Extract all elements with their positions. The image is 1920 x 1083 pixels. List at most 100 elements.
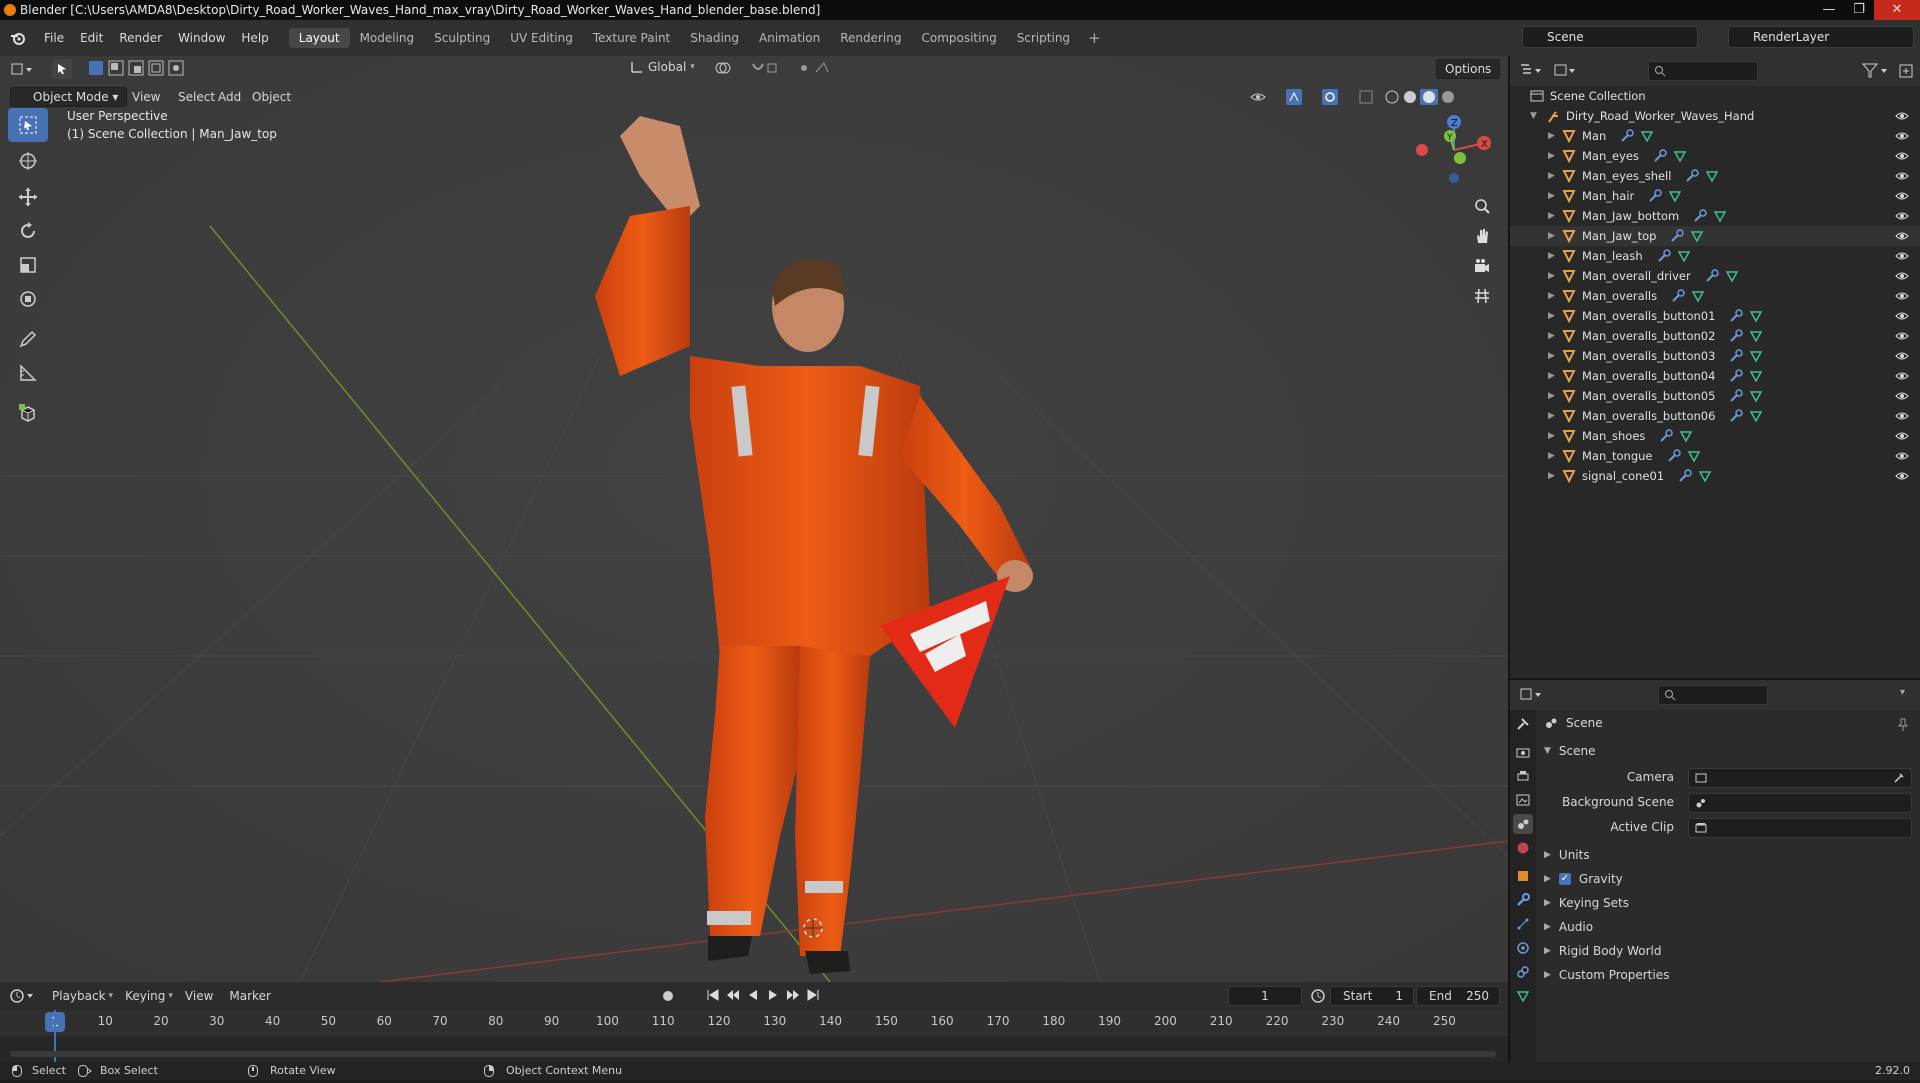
- timeline-editor-icon[interactable]: [10, 988, 38, 1004]
- scene-collection-row[interactable]: Scene Collection: [1510, 86, 1920, 106]
- prev-keyframe-icon[interactable]: [726, 988, 740, 1002]
- tab-tool[interactable]: [1513, 714, 1533, 734]
- tab-compositing[interactable]: Compositing: [911, 28, 1006, 48]
- expand-triangle-icon[interactable]: ▶: [1548, 146, 1555, 166]
- gravity-checkbox[interactable]: ✓: [1558, 873, 1571, 885]
- eye-icon[interactable]: [1895, 149, 1909, 163]
- menu-window[interactable]: Window: [170, 31, 233, 45]
- wrench-icon[interactable]: [1729, 329, 1744, 343]
- cursor-tool[interactable]: [8, 144, 48, 178]
- outliner-item[interactable]: ▶ Man_overalls: [1510, 286, 1920, 306]
- jump-start-icon[interactable]: [706, 988, 720, 1002]
- tab-view-layer[interactable]: [1513, 790, 1533, 810]
- subpanel-header[interactable]: ▶ Keying Sets: [1544, 896, 1629, 910]
- tab-scene[interactable]: [1513, 814, 1533, 834]
- expand-triangle-icon[interactable]: ▶: [1548, 326, 1555, 346]
- tab-rendering[interactable]: Rendering: [830, 28, 911, 48]
- tab-world[interactable]: [1513, 838, 1533, 858]
- collapse-triangle-icon[interactable]: ▼: [1530, 106, 1537, 126]
- tab-shading[interactable]: Shading: [680, 28, 749, 48]
- tab-particles[interactable]: [1513, 914, 1533, 934]
- minimize-button[interactable]: —: [1814, 0, 1844, 20]
- select-tool-icon[interactable]: [52, 59, 72, 79]
- subpanel-header[interactable]: ▶ Custom Properties: [1544, 968, 1669, 982]
- eye-icon[interactable]: [1895, 109, 1909, 123]
- eye-icon[interactable]: [1895, 409, 1909, 423]
- eye-icon[interactable]: [1895, 289, 1909, 303]
- expand-triangle-icon[interactable]: ▶: [1548, 386, 1555, 406]
- mesh-data-icon[interactable]: [1749, 369, 1763, 383]
- wrench-icon[interactable]: [1653, 149, 1667, 163]
- add-cube-tool[interactable]: [8, 396, 48, 430]
- options-button[interactable]: Options: [1436, 59, 1501, 79]
- viewport-menu-view[interactable]: View: [132, 90, 160, 104]
- outliner-item[interactable]: ▶ Man_Jaw_bottom: [1510, 206, 1920, 226]
- outliner-search-input[interactable]: [1648, 61, 1758, 81]
- xray-toggle-icon[interactable]: [1358, 89, 1374, 105]
- object-mode-dropdown[interactable]: Object Mode ▾: [10, 87, 128, 107]
- timeline-menu-playback[interactable]: Playback: [52, 989, 106, 1003]
- end-frame-field[interactable]: End 250: [1416, 986, 1500, 1006]
- expand-triangle-icon[interactable]: ▶: [1548, 126, 1555, 146]
- expand-triangle-icon[interactable]: ▶: [1548, 306, 1555, 326]
- timeline-menu-keying[interactable]: Keying: [125, 989, 165, 1003]
- add-workspace-button[interactable]: +: [1080, 29, 1109, 47]
- wrench-icon[interactable]: [1729, 389, 1744, 403]
- expand-triangle-icon[interactable]: ▶: [1548, 286, 1555, 306]
- overlays-toggle-icon[interactable]: [1322, 89, 1348, 105]
- tab-modifiers[interactable]: [1513, 890, 1533, 910]
- expand-triangle-icon[interactable]: ▶: [1548, 186, 1555, 206]
- wrench-icon[interactable]: [1659, 429, 1674, 443]
- expand-triangle-icon[interactable]: ▶: [1548, 166, 1555, 186]
- visibility-icon[interactable]: [1250, 89, 1276, 105]
- annotate-tool[interactable]: [8, 322, 48, 356]
- properties-editor-icon[interactable]: [1520, 687, 1544, 703]
- mesh-data-icon[interactable]: [1691, 289, 1705, 303]
- mesh-data-icon[interactable]: [1713, 209, 1727, 223]
- eye-icon[interactable]: [1895, 389, 1909, 403]
- eye-icon[interactable]: [1895, 209, 1909, 223]
- mesh-data-icon[interactable]: [1749, 309, 1763, 323]
- tab-scripting[interactable]: Scripting: [1007, 28, 1080, 48]
- mesh-data-icon[interactable]: [1749, 349, 1763, 363]
- eye-icon[interactable]: [1895, 309, 1909, 323]
- eye-icon[interactable]: [1895, 449, 1909, 463]
- tab-output[interactable]: [1513, 766, 1533, 786]
- tab-physics[interactable]: [1513, 938, 1533, 958]
- expand-triangle-icon[interactable]: ▶: [1548, 466, 1555, 486]
- viewport-menu-add[interactable]: Add: [218, 90, 241, 104]
- measure-tool[interactable]: [8, 356, 48, 390]
- expand-triangle-icon[interactable]: ▶: [1548, 406, 1555, 426]
- properties-search-input[interactable]: [1658, 685, 1768, 705]
- gizmo-toggle-icon[interactable]: [1286, 89, 1312, 105]
- scene-panel-header[interactable]: ▼ Scene: [1544, 744, 1596, 758]
- mesh-data-icon[interactable]: [1687, 449, 1701, 463]
- wrench-icon[interactable]: [1678, 469, 1692, 483]
- shading-mode-icons[interactable]: [1384, 89, 1458, 105]
- expand-triangle-icon[interactable]: ▶: [1548, 426, 1555, 446]
- eye-icon[interactable]: [1895, 229, 1909, 243]
- eye-icon[interactable]: [1895, 129, 1909, 143]
- wrench-icon[interactable]: [1667, 449, 1681, 463]
- outliner-item[interactable]: ▶ Man_eyes_shell: [1510, 166, 1920, 186]
- play-reverse-icon[interactable]: [746, 988, 760, 1002]
- mesh-data-icon[interactable]: [1698, 469, 1712, 483]
- expand-triangle-icon[interactable]: ▶: [1548, 226, 1555, 246]
- tab-render[interactable]: [1513, 742, 1533, 762]
- timeline-scrollbar[interactable]: [10, 1051, 1496, 1057]
- tab-data[interactable]: [1513, 986, 1533, 1006]
- eye-icon[interactable]: [1895, 269, 1909, 283]
- outliner-editor-icon[interactable]: [1520, 63, 1544, 79]
- wrench-icon[interactable]: [1729, 349, 1744, 363]
- tab-constraints[interactable]: [1513, 962, 1533, 982]
- camera-field[interactable]: [1688, 768, 1912, 788]
- eye-icon[interactable]: [1895, 349, 1909, 363]
- outliner-item[interactable]: ▶ Man: [1510, 126, 1920, 146]
- transform-tool[interactable]: [8, 282, 48, 316]
- view-layer-selector[interactable]: RenderLayer: [1728, 26, 1914, 48]
- subpanel-header[interactable]: ▶ Rigid Body World: [1544, 944, 1661, 958]
- tab-uv-editing[interactable]: UV Editing: [500, 28, 583, 48]
- wrench-icon[interactable]: [1671, 289, 1685, 303]
- menu-file[interactable]: File: [36, 31, 72, 45]
- mesh-data-icon[interactable]: [1705, 169, 1719, 183]
